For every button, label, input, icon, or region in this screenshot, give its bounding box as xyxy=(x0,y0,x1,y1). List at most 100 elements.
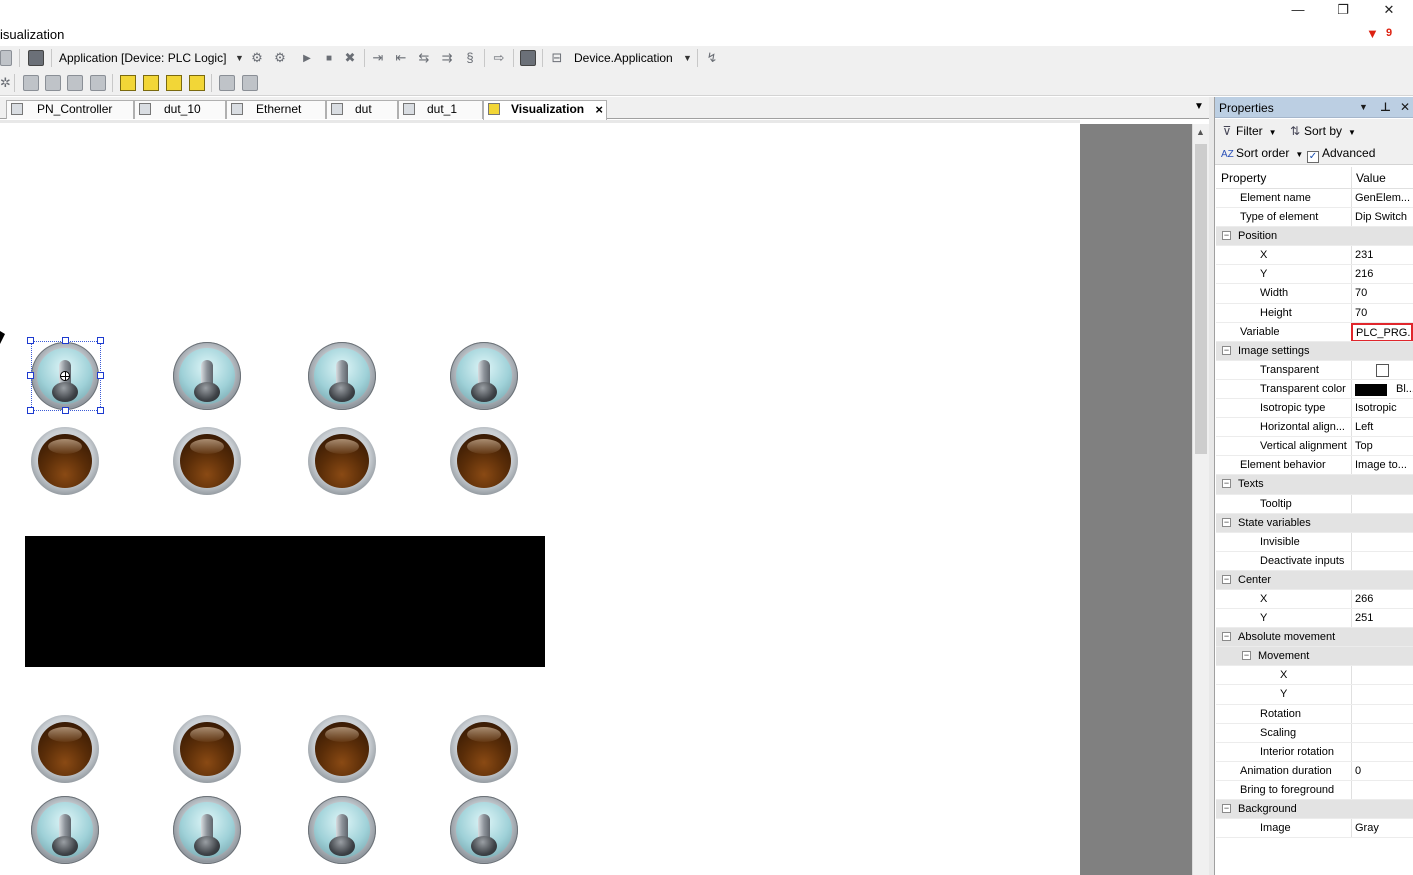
property-row[interactable]: Variable PLC_PRG... xyxy=(1216,322,1413,342)
property-value[interactable]: Top xyxy=(1355,440,1373,452)
property-row[interactable]: Interior rotation xyxy=(1216,742,1413,762)
calendar-icon[interactable] xyxy=(28,50,44,66)
close-window-button[interactable]: ✕ xyxy=(1366,0,1412,20)
sort-order-button[interactable]: AZ Sort order ▼ xyxy=(1221,145,1303,163)
property-category[interactable]: − State variables xyxy=(1216,513,1413,533)
new-file-icon[interactable] xyxy=(0,50,12,66)
property-value[interactable]: 266 xyxy=(1355,593,1373,605)
logout-icon[interactable]: ⚙ xyxy=(272,50,288,66)
property-value[interactable]: 70 xyxy=(1355,307,1367,319)
minimize-button[interactable]: — xyxy=(1275,0,1321,20)
property-category[interactable]: − Texts xyxy=(1216,475,1413,495)
collapse-toggle-icon[interactable]: − xyxy=(1222,231,1231,241)
collapse-toggle-icon[interactable]: − xyxy=(1222,517,1231,527)
settings-icon[interactable]: ✲ xyxy=(0,75,11,91)
scroll-up-icon[interactable]: ▲ xyxy=(1196,127,1205,137)
filter-button[interactable]: ⊽ Filter ▼ xyxy=(1221,123,1277,141)
lamp[interactable] xyxy=(308,427,376,495)
tab-visualization[interactable]: Visualization × xyxy=(483,100,607,120)
collapse-toggle-icon[interactable]: − xyxy=(1222,345,1231,355)
close-panel-icon[interactable]: ✕ xyxy=(1400,100,1410,114)
device-combo-arrow-icon[interactable]: ▼ xyxy=(683,49,692,67)
property-row[interactable]: Y 251 xyxy=(1216,609,1413,629)
property-value[interactable]: 251 xyxy=(1355,612,1373,624)
property-row[interactable]: Animation duration 0 xyxy=(1216,761,1413,781)
build-icon[interactable]: ↯ xyxy=(704,50,720,66)
tab-dut-10[interactable]: dut_10 xyxy=(134,100,226,119)
group-icon[interactable] xyxy=(219,75,235,91)
tab-ethernet[interactable]: Ethernet xyxy=(226,100,326,119)
property-row[interactable]: Y xyxy=(1216,685,1413,705)
resize-handle[interactable] xyxy=(62,337,69,344)
variable-value-highlighted[interactable]: PLC_PRG... xyxy=(1351,322,1413,342)
property-category[interactable]: − Position xyxy=(1216,227,1413,247)
property-row[interactable]: X xyxy=(1216,666,1413,686)
property-value[interactable]: Bl... xyxy=(1396,383,1413,395)
lamp[interactable] xyxy=(450,715,518,783)
step-out-icon[interactable]: ⇆ xyxy=(416,50,432,66)
color-swatch[interactable] xyxy=(1355,383,1387,396)
property-category[interactable]: − Absolute movement xyxy=(1216,628,1413,648)
property-row[interactable]: Type of element Dip Switch xyxy=(1216,208,1413,228)
property-value[interactable]: GenElem... xyxy=(1355,192,1410,204)
message-flag-icon[interactable]: ▼ xyxy=(1366,26,1379,41)
collapse-toggle-icon[interactable]: − xyxy=(1242,651,1251,661)
property-row[interactable]: Transparent color Bl... xyxy=(1216,379,1413,400)
lamp[interactable] xyxy=(31,715,99,783)
property-row[interactable]: Isotropic type Isotropic xyxy=(1216,399,1413,419)
collapse-toggle-icon[interactable]: − xyxy=(1222,574,1231,584)
tab-dut-1[interactable]: dut_1 xyxy=(398,100,483,119)
property-row[interactable]: X 231 xyxy=(1216,246,1413,266)
property-row[interactable]: Horizontal align... Left xyxy=(1216,418,1413,438)
property-category[interactable]: − Background xyxy=(1216,800,1413,820)
tab-list-dropdown-icon[interactable]: ▼ xyxy=(1194,101,1204,112)
property-row[interactable]: Height 70 xyxy=(1216,303,1413,323)
step-over-icon[interactable]: ⇥ xyxy=(370,50,386,66)
dip-switch[interactable] xyxy=(31,796,99,864)
resize-handle[interactable] xyxy=(27,372,34,379)
login-icon[interactable]: ⚙ xyxy=(249,50,265,66)
dip-switch[interactable] xyxy=(173,342,241,410)
vertical-scrollbar[interactable]: ▲ xyxy=(1192,124,1209,875)
collapse-toggle-icon[interactable]: − xyxy=(1222,804,1231,813)
property-value[interactable]: 231 xyxy=(1355,249,1373,261)
property-row[interactable]: Width 70 xyxy=(1216,284,1413,304)
restore-button[interactable]: ❐ xyxy=(1320,0,1366,20)
property-value[interactable]: Dip Switch xyxy=(1355,211,1407,223)
resize-handle[interactable] xyxy=(97,337,104,344)
write-values-icon[interactable] xyxy=(520,50,536,66)
lamp[interactable] xyxy=(173,427,241,495)
lamp[interactable] xyxy=(308,715,376,783)
property-value[interactable]: 216 xyxy=(1355,268,1373,280)
close-tab-icon[interactable]: × xyxy=(595,101,603,118)
application-combo[interactable]: Application [Device: PLC Logic] xyxy=(59,49,226,67)
align-left-icon[interactable] xyxy=(23,75,39,91)
resize-handle[interactable] xyxy=(62,407,69,414)
application-combo-arrow-icon[interactable]: ▼ xyxy=(235,49,244,67)
panel-menu-icon[interactable]: ▼ xyxy=(1359,102,1368,112)
property-row[interactable]: Rotation xyxy=(1216,704,1413,724)
property-category[interactable]: − Movement xyxy=(1216,647,1413,667)
resize-handle[interactable] xyxy=(97,372,104,379)
dip-switch[interactable] xyxy=(450,796,518,864)
send-backward-icon[interactable] xyxy=(189,75,205,91)
property-value[interactable]: Gray xyxy=(1355,822,1379,834)
show-next-statement-icon[interactable]: ⇨ xyxy=(491,50,507,66)
resize-handle[interactable] xyxy=(27,337,34,344)
pin-icon[interactable]: ⊥ xyxy=(1380,100,1391,114)
stop-icon[interactable]: ■ xyxy=(321,51,337,67)
distribute-icon[interactable] xyxy=(90,75,106,91)
resize-handle[interactable] xyxy=(27,407,34,414)
set-next-statement-icon[interactable]: § xyxy=(462,50,478,66)
reset-icon[interactable]: ✖ xyxy=(342,50,358,66)
property-value[interactable]: 0 xyxy=(1355,765,1361,777)
center-point-icon[interactable] xyxy=(60,371,70,381)
lamp[interactable] xyxy=(450,427,518,495)
property-row[interactable]: Scaling xyxy=(1216,723,1413,743)
align-right-icon[interactable] xyxy=(67,75,83,91)
property-row[interactable]: Bring to foreground xyxy=(1216,780,1413,800)
dip-switch[interactable] xyxy=(450,342,518,410)
lamp[interactable] xyxy=(31,427,99,495)
device-application-combo[interactable]: Device.Application xyxy=(574,49,673,67)
bring-to-front-icon[interactable] xyxy=(120,75,136,91)
